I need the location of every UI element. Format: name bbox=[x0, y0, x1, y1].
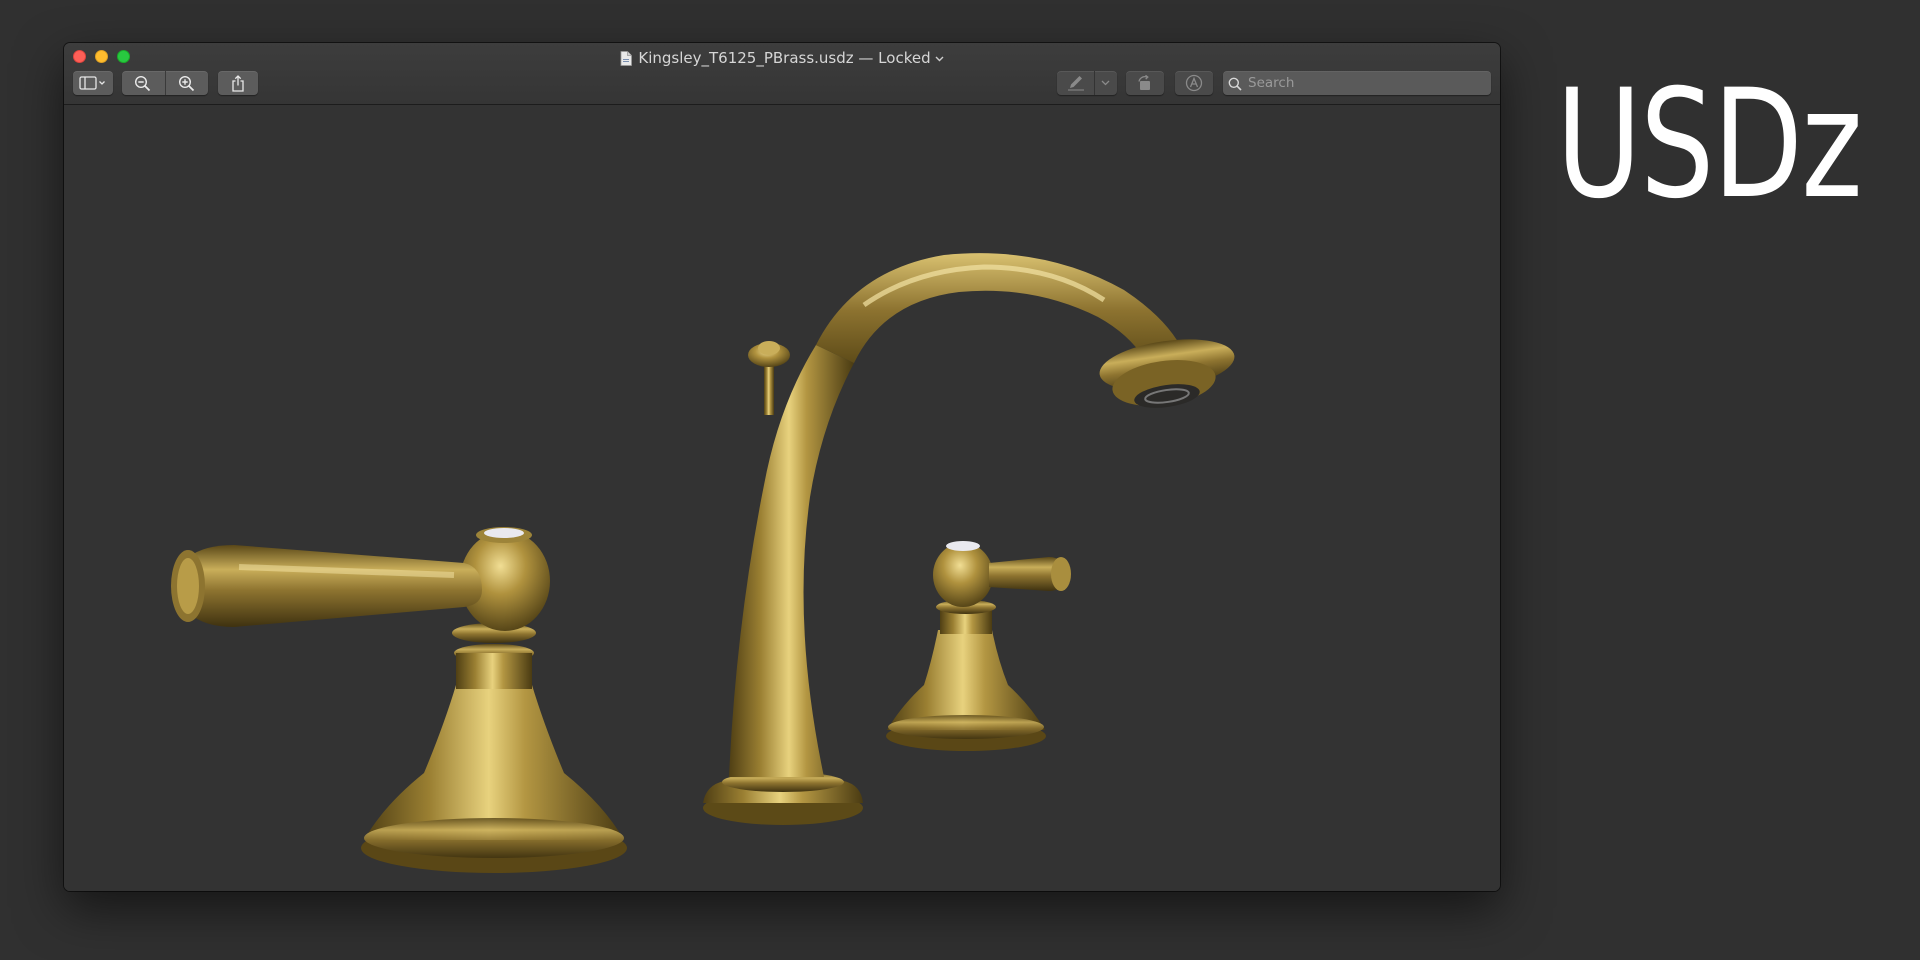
title-bar[interactable]: Kingsley_T6125_PBrass.usdz — Locked bbox=[64, 43, 1500, 105]
faucet-model[interactable] bbox=[64, 105, 1500, 891]
document-icon bbox=[620, 51, 633, 71]
share-icon bbox=[231, 74, 245, 92]
zoom-control bbox=[122, 71, 208, 95]
pen-icon bbox=[1067, 75, 1085, 91]
markup-circle-icon bbox=[1185, 74, 1203, 92]
model-viewport[interactable] bbox=[64, 105, 1500, 891]
markup-button[interactable] bbox=[1057, 71, 1117, 95]
chevron-down-icon[interactable] bbox=[935, 47, 944, 67]
zoom-out-icon bbox=[134, 75, 152, 92]
usdz-label: USDz bbox=[1556, 58, 1863, 232]
search-icon bbox=[1228, 76, 1242, 95]
rotate-icon bbox=[1136, 75, 1154, 91]
right-handle bbox=[886, 541, 1071, 751]
sidebar-toggle-button[interactable] bbox=[73, 71, 113, 95]
zoom-in-icon bbox=[178, 75, 196, 92]
search-input[interactable] bbox=[1248, 71, 1484, 95]
zoom-in-button[interactable] bbox=[178, 75, 196, 92]
preview-window: Kingsley_T6125_PBrass.usdz — Locked bbox=[64, 43, 1500, 891]
chevron-down-icon[interactable] bbox=[1101, 80, 1110, 86]
window-title: Kingsley_T6125_PBrass.usdz — Locked bbox=[638, 49, 931, 67]
sidebar-icon bbox=[79, 76, 107, 90]
rotate-button[interactable] bbox=[1126, 71, 1164, 95]
share-button[interactable] bbox=[218, 71, 258, 95]
search-field[interactable] bbox=[1223, 71, 1491, 95]
window-title-area[interactable]: Kingsley_T6125_PBrass.usdz — Locked bbox=[64, 47, 1500, 71]
left-handle bbox=[171, 527, 627, 873]
annotate-button[interactable] bbox=[1175, 71, 1213, 95]
zoom-out-button[interactable] bbox=[134, 75, 152, 92]
